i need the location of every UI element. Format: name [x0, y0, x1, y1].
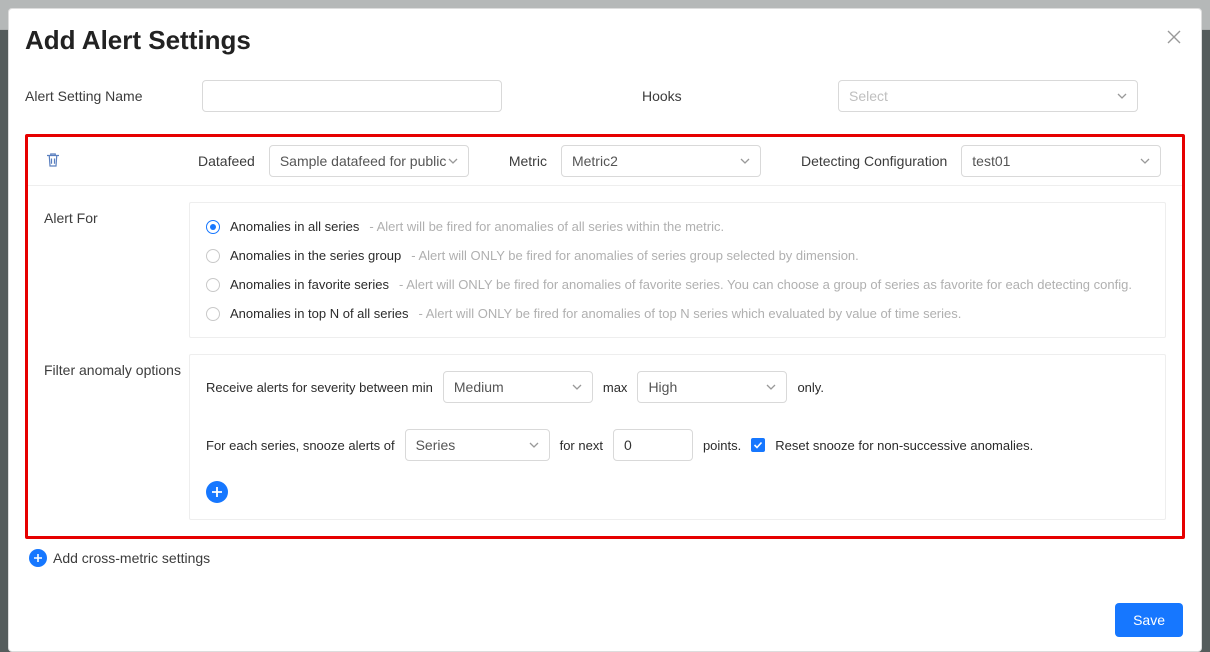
datafeed-label: Datafeed	[198, 153, 255, 169]
snooze-suffix: points.	[703, 438, 741, 453]
chevron-down-icon	[1140, 156, 1150, 166]
chevron-down-icon	[766, 382, 776, 392]
chevron-down-icon	[572, 382, 582, 392]
snooze-scope-select[interactable]: Series	[405, 429, 550, 461]
snooze-points-input[interactable]	[613, 429, 693, 461]
reset-snooze-checkbox[interactable]	[751, 438, 765, 452]
filter-options-label: Filter anomaly options	[44, 354, 189, 378]
plus-icon	[29, 549, 47, 567]
metric-alert-config-block: Datafeed Sample datafeed for public Metr…	[25, 134, 1185, 539]
delete-config-button[interactable]	[44, 151, 68, 172]
alert-for-label: Alert For	[44, 202, 189, 226]
alert-name-input[interactable]	[202, 80, 502, 112]
radio-icon	[206, 278, 220, 292]
hooks-select[interactable]: Select	[838, 80, 1138, 112]
severity-max-select[interactable]: High	[637, 371, 787, 403]
chevron-down-icon	[740, 156, 750, 166]
alert-for-option-top-n[interactable]: Anomalies in top N of all series - Alert…	[206, 306, 1149, 321]
add-cross-metric-link[interactable]: Add cross-metric settings	[29, 549, 1185, 567]
add-cross-metric-label: Add cross-metric settings	[53, 550, 210, 566]
modal-title: Add Alert Settings	[25, 25, 251, 56]
severity-min-select[interactable]: Medium	[443, 371, 593, 403]
hooks-placeholder: Select	[849, 88, 888, 104]
detect-config-select[interactable]: test01	[961, 145, 1161, 177]
chevron-down-icon	[448, 156, 458, 166]
alert-for-option-all-series[interactable]: Anomalies in all series - Alert will be …	[206, 219, 1149, 234]
chevron-down-icon	[529, 440, 539, 450]
radio-icon	[206, 249, 220, 263]
filter-options-body: Receive alerts for severity between min …	[189, 354, 1166, 520]
snooze-mid: for next	[560, 438, 603, 453]
detect-config-label: Detecting Configuration	[801, 153, 947, 169]
snooze-prefix: For each series, snooze alerts of	[206, 438, 395, 453]
datafeed-select[interactable]: Sample datafeed for public	[269, 145, 469, 177]
hooks-label: Hooks	[642, 88, 702, 104]
metric-label: Metric	[509, 153, 547, 169]
severity-suffix: only.	[797, 380, 824, 395]
metric-select[interactable]: Metric2	[561, 145, 761, 177]
chevron-down-icon	[1117, 91, 1127, 101]
save-button[interactable]: Save	[1115, 603, 1183, 637]
radio-icon	[206, 307, 220, 321]
reset-snooze-label: Reset snooze for non-successive anomalie…	[775, 438, 1033, 453]
alert-for-body: Anomalies in all series - Alert will be …	[189, 202, 1166, 338]
radio-icon	[206, 220, 220, 234]
add-filter-button[interactable]	[206, 481, 228, 503]
add-alert-settings-modal: Add Alert Settings Alert Setting Name Ho…	[8, 8, 1202, 652]
alert-name-label: Alert Setting Name	[25, 88, 182, 104]
close-icon[interactable]	[1163, 25, 1185, 51]
severity-prefix: Receive alerts for severity between min	[206, 380, 433, 395]
alert-for-option-favorite-series[interactable]: Anomalies in favorite series - Alert wil…	[206, 277, 1149, 292]
severity-mid: max	[603, 380, 628, 395]
alert-for-option-series-group[interactable]: Anomalies in the series group - Alert wi…	[206, 248, 1149, 263]
